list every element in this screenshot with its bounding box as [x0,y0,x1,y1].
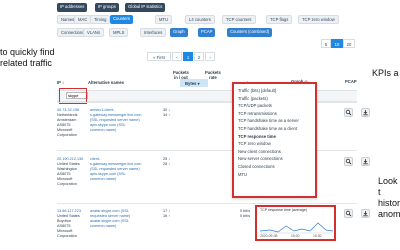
menu-item-mtu[interactable]: MTU [234,171,315,179]
menu-item-new-server-connections[interactable]: New server connections [234,155,315,163]
menu-item-closed-connections[interactable]: Closed connections [234,163,315,171]
mini-chart-title: TCP response time (average) [260,208,308,212]
mini-chart-plot [260,222,333,234]
search-icon [345,109,352,116]
menu-item-traffic-packets[interactable]: Traffic (packets) [234,95,315,103]
header-packets-rate[interactable]: Packets rate [205,70,221,80]
menu-item-traffic-bits[interactable]: Traffic (bits) [default] [234,87,315,95]
packet-counts: 25 ↓ 28 ↑ [163,157,171,166]
ip-location: United States Boydton AS8075 Microsoft C… [57,214,80,238]
dropdown-list: Traffic (bits) [default] Traffic (packet… [234,84,315,178]
menu-item-tcp-udp-packets[interactable]: TCP/UDP packets [234,102,315,110]
menu-item-tcp-zero-window[interactable]: TCP zero window [234,140,315,148]
tab-ip-addresses[interactable]: IP addresses [57,3,88,12]
tab-tcp-zero-window[interactable]: TCP zero window [298,15,339,24]
tab-tcp-flags[interactable]: TCP flags [266,15,293,24]
packet-counts: 30 ↓ 34 ↑ [163,108,171,117]
search-button[interactable] [344,108,353,117]
tab-ip-groups[interactable]: IP groups [95,3,119,12]
pagination-first[interactable]: « First [147,52,171,61]
pagination-page-1[interactable]: 1 [183,52,193,61]
header-pcap[interactable]: PCAP [345,79,357,84]
download-pcap-button[interactable] [361,157,370,166]
tab-global-ip-statistics[interactable]: Global IP statistics [125,3,166,12]
ip-location: United States Washington AS8075 Microsof… [57,162,80,186]
row-separator [57,203,357,204]
menu-item-tcp-response-time[interactable]: TCP response time [234,133,315,141]
search-button[interactable] [344,157,353,166]
menu-item-tcp-retransmissions[interactable]: TCP retransmissions [234,110,315,118]
ip-location: Netherlands Amsterdam AS8075 Microsoft C… [57,113,78,137]
tabs-row-3: Connections VLANs MPLS Interfaces Graph … [57,28,357,38]
header-ip[interactable]: IP ↕ [57,80,64,85]
tabs-row-2: Names MAC Timing Counters MTU L4 counter… [57,15,357,25]
search-icon [345,210,352,217]
download-pcap-button[interactable] [361,209,370,218]
annotation-kpis: KPIs a [372,68,399,78]
tab-tcp-counters[interactable]: TCP counters [222,15,256,24]
packet-counts: 17 ↓ 16 ↑ [163,209,171,218]
mini-chart-tick-date: 2020-09-08 [260,234,278,238]
tab-timing[interactable]: Timing [90,15,111,24]
mini-response-time-chart[interactable]: TCP response time (average) 2020-09-08 1… [255,205,336,241]
tab-counters[interactable]: Counters [110,15,133,24]
download-icon [363,110,368,116]
menu-item-tcp-handshake-client[interactable]: TCP handshake time as a client [234,125,315,133]
alternative-names[interactable]: client- s.gateway.messenger.live.com (SS… [90,157,141,182]
tab-mtu[interactable]: MTU [155,15,173,24]
download-pcap-button[interactable] [361,108,370,117]
download-icon [363,211,368,217]
pagination-prev[interactable]: ‹ [172,52,182,61]
mini-chart-tick-1500: 15:00 [291,234,300,238]
page-size-20[interactable]: 20 [343,39,355,48]
page-size-10[interactable]: 10 [331,39,343,48]
search-button[interactable] [344,209,353,218]
tabs-row-1: IP addresses IP groups Global IP statist… [57,3,317,13]
tab-pcap[interactable]: PCAP [198,28,216,37]
menu-item-tcp-handshake-server[interactable]: TCP handshake time as a server [234,117,315,125]
header-bytes[interactable]: Bytes ▾ [185,81,200,86]
tab-counters-combined[interactable]: Counters (combined) [227,28,273,37]
pagination-next[interactable]: › [205,52,215,61]
graph-kpi-dropdown: Traffic (bits) [default] Traffic (packet… [232,82,317,198]
menu-item-new-client-connections[interactable]: New client connections [234,148,315,156]
download-icon [363,159,368,165]
mini-chart-line [260,222,333,233]
tab-vlans[interactable]: VLANs [83,28,105,37]
search-icon [345,158,352,165]
page-size-5[interactable]: 5 [321,39,331,48]
mini-chart-tick-1530: 15:30 [313,234,322,238]
tab-l4-counters[interactable]: L4 counters [185,15,215,24]
pagination-page-2[interactable]: 2 [194,52,204,61]
tab-mpls[interactable]: MPLS [109,28,129,37]
annotation-look: Look t histor anom [378,176,400,219]
tab-graph[interactable]: Graph [170,28,188,37]
tab-mac[interactable]: MAC [74,15,92,24]
alternative-names[interactable]: avatar.skype.com (SSL requested server n… [90,209,130,229]
annotation-quick-find: to quickly find related traffic [0,47,55,68]
header-alternative-names: Alternative names [88,80,125,85]
bit-rates: 0 bit/s 0 bit/s [240,209,251,218]
alternative-names[interactable]: amsnv1-client- s.gateway.messenger.live.… [90,108,141,133]
tab-interfaces[interactable]: Interfaces [140,28,167,37]
